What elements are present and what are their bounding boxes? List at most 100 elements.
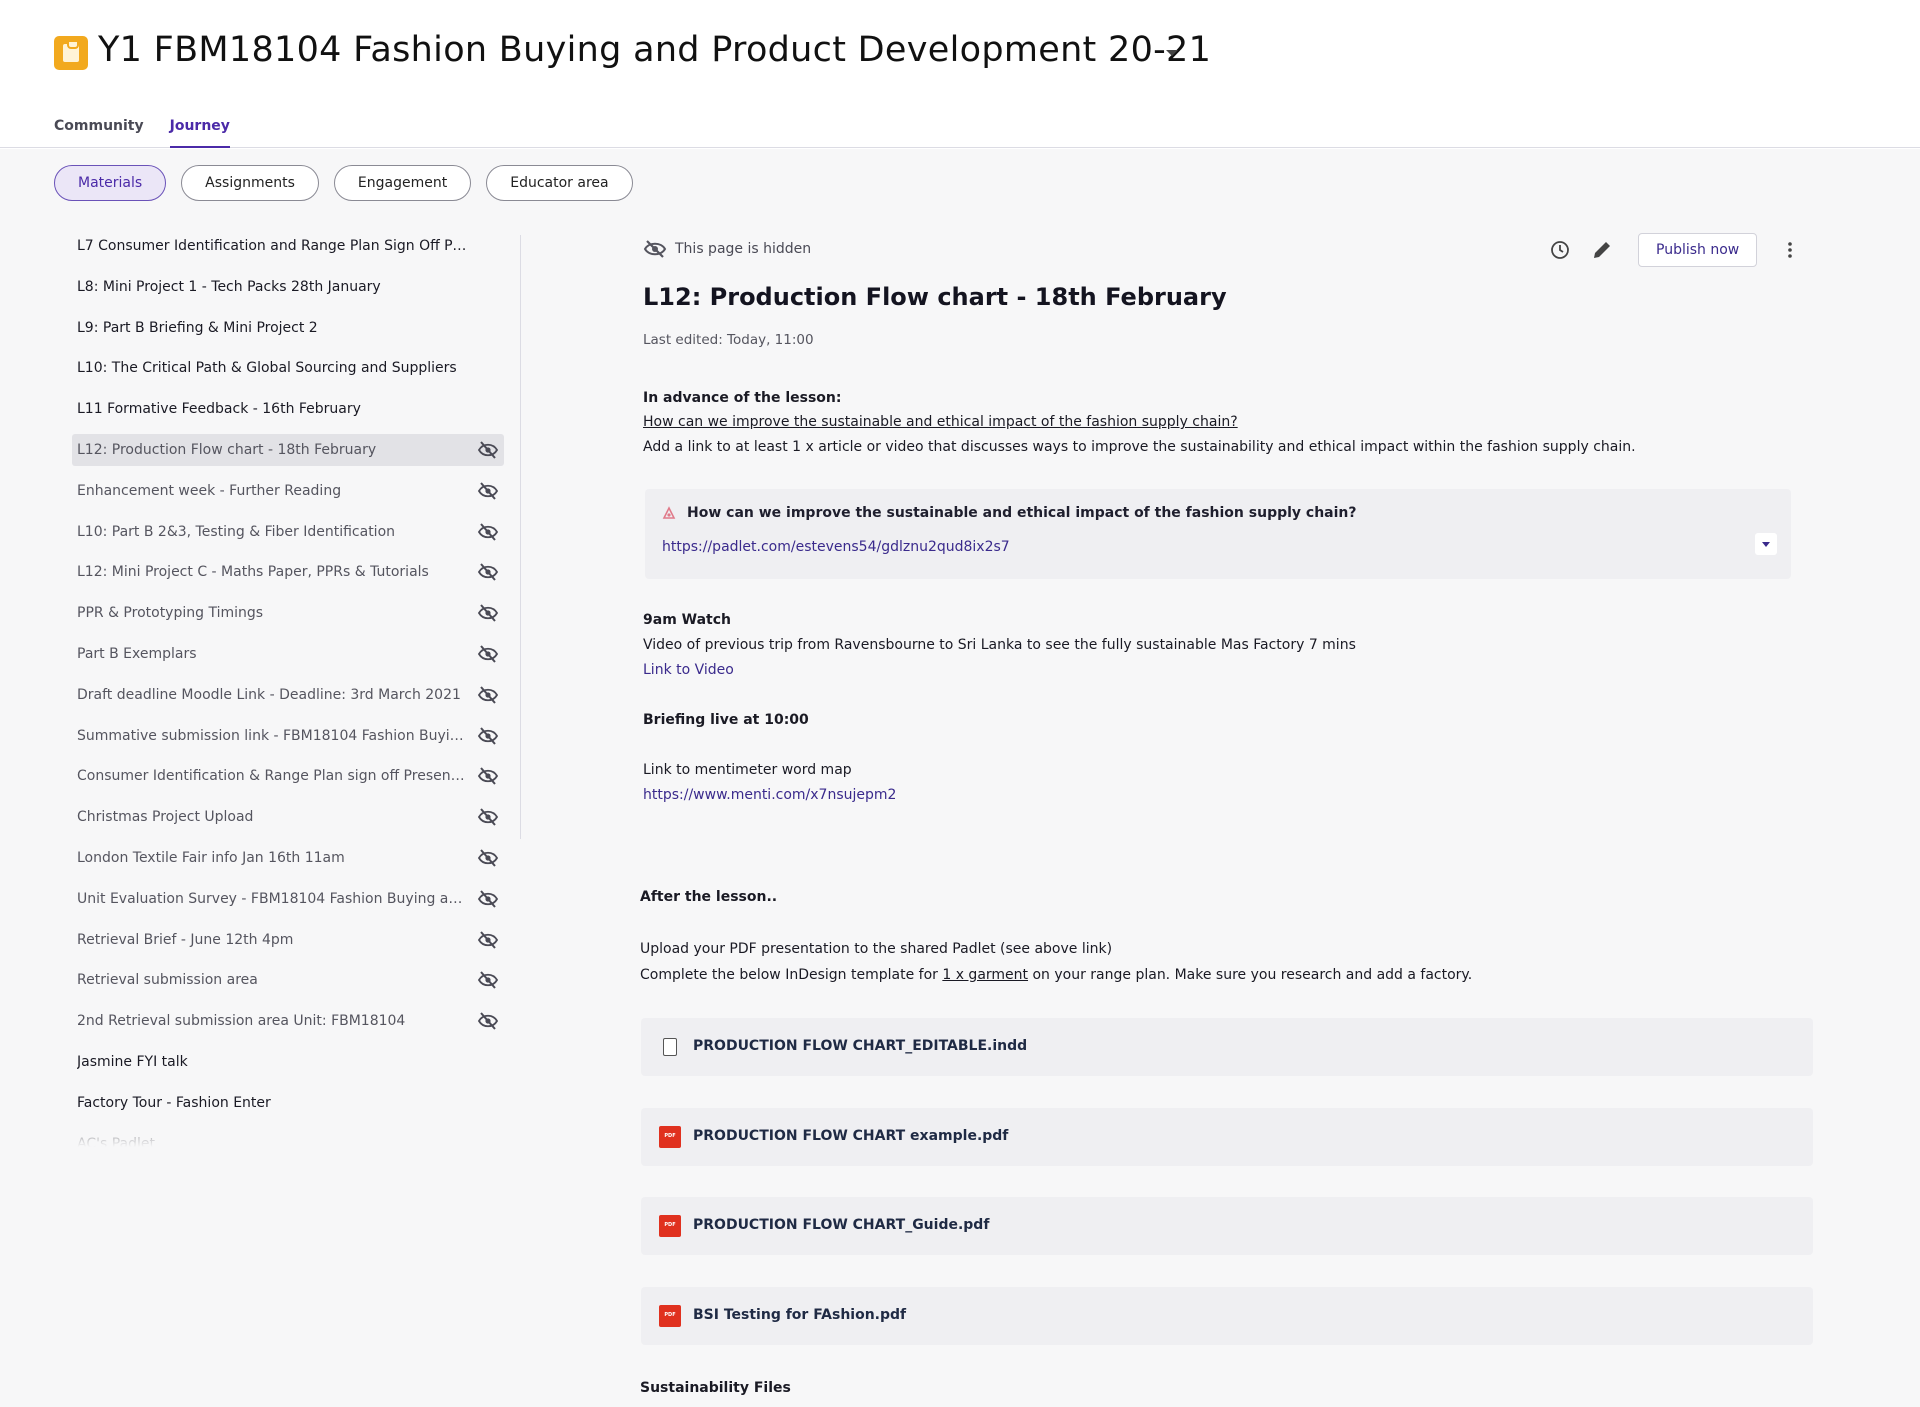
last-edited: Last edited: Today, 11:00	[643, 332, 814, 348]
sidebar-item[interactable]: London Textile Fair info Jan 16th 11am	[72, 842, 504, 874]
filter-assignments[interactable]: Assignments	[181, 165, 319, 201]
after-text-part-1: Complete the below InDesign template for	[640, 967, 943, 983]
more-options-icon[interactable]	[1781, 238, 1799, 262]
watch-heading: 9am Watch	[643, 612, 731, 628]
eye-off-icon	[478, 1012, 498, 1030]
course-title: Y1 FBM18104 Fashion Buying and Product D…	[98, 30, 1212, 70]
sidebar-item[interactable]: L12: Production Flow chart - 18th Februa…	[72, 434, 504, 466]
sidebar-item-label: Retrieval submission area	[77, 972, 258, 989]
sidebar-item-label: L8: Mini Project 1 - Tech Packs 28th Jan…	[77, 278, 381, 295]
eye-off-icon	[478, 686, 498, 704]
eye-off-icon	[478, 604, 498, 622]
hidden-page-text: This page is hidden	[675, 241, 812, 257]
sidebar-item-label: Enhancement week - Further Reading	[77, 482, 342, 499]
advance-question-link[interactable]: How can we improve the sustainable and e…	[643, 414, 1238, 430]
embed-title: How can we improve the sustainable and e…	[687, 505, 1357, 521]
section-filters: Materials Assignments Engagement Educato…	[54, 165, 633, 201]
watch-description: Video of previous trip from Ravensbourne…	[643, 637, 1356, 653]
page-title: L12: Production Flow chart - 18th Februa…	[643, 283, 1227, 311]
sidebar-item-label: Part B Exemplars	[77, 646, 197, 662]
video-link[interactable]: Link to Video	[643, 662, 734, 678]
sidebar-item[interactable]: L10: The Critical Path & Global Sourcing…	[72, 352, 504, 384]
sidebar-item[interactable]: L12: Mini Project C - Maths Paper, PPRs …	[72, 556, 504, 588]
advance-instructions: Add a link to at least 1 x article or vi…	[643, 439, 1636, 455]
sidebar-item[interactable]: Draft deadline Moodle Link - Deadline: 3…	[72, 679, 504, 711]
file-card-indd[interactable]: PRODUCTION FLOW CHART_EDITABLE.indd	[641, 1018, 1813, 1076]
sidebar-item[interactable]: L10: Part B 2&3, Testing & Fiber Identif…	[72, 516, 504, 548]
sidebar-item-label: PPR & Prototyping Timings	[77, 605, 264, 622]
advance-heading: In advance of the lesson:	[643, 390, 842, 406]
tab-journey[interactable]: Journey	[169, 118, 230, 148]
file-name: PRODUCTION FLOW CHART_EDITABLE.indd	[693, 1038, 1028, 1054]
embed-url-link[interactable]: https://padlet.com/estevens54/gdlznu2qud…	[662, 539, 1010, 555]
eye-off-icon	[478, 808, 498, 826]
sidebar-item[interactable]: Retrieval Brief - June 12th 4pm	[72, 924, 504, 956]
sidebar-item[interactable]: L11 Formative Feedback - 16th February	[72, 393, 504, 425]
sidebar-item[interactable]: Enhancement week - Further Reading	[72, 475, 504, 507]
tab-community[interactable]: Community	[54, 118, 144, 148]
eye-off-icon	[478, 767, 498, 786]
sidebar-item-label: Christmas Project Upload	[77, 809, 254, 826]
sidebar-item[interactable]: L9: Part B Briefing & Mini Project 2	[72, 312, 504, 344]
sidebar-item-label: L10: Part B 2&3, Testing & Fiber Identif…	[77, 523, 396, 540]
file-card-example-pdf[interactable]: PDF PRODUCTION FLOW CHART example.pdf	[641, 1108, 1813, 1166]
embed-expand-chevron-icon[interactable]	[1755, 533, 1777, 555]
eye-off-icon	[478, 645, 498, 663]
sidebar-item[interactable]: Retrieval submission area	[72, 964, 504, 996]
padlet-embed-card[interactable]: How can we improve the sustainable and e…	[645, 489, 1791, 579]
sidebar-item[interactable]: Part B Exemplars	[72, 638, 504, 670]
sidebar-item[interactable]: Summative submission link - FBM18104 Fas…	[72, 720, 504, 752]
mentimeter-link[interactable]: https://www.menti.com/x7nsujepm2	[643, 787, 896, 803]
sidebar-item[interactable]: L7 Consumer Identification and Range Pla…	[72, 230, 504, 262]
sidebar-item-label: L7 Consumer Identification and Range Pla…	[77, 238, 467, 254]
sidebar-item[interactable]: Christmas Project Upload	[72, 801, 504, 833]
publish-now-button[interactable]: Publish now	[1638, 233, 1758, 267]
sidebar-item-label: 2nd Retrieval submission area Unit: FBM1…	[77, 1013, 406, 1030]
sidebar-item[interactable]: Unit Evaluation Survey - FBM18104 Fashio…	[72, 883, 504, 915]
sidebar-item-label: Retrieval Brief - June 12th 4pm	[77, 931, 294, 948]
file-name: PRODUCTION FLOW CHART example.pdf	[693, 1128, 1009, 1144]
pdf-icon: PDF	[659, 1215, 681, 1237]
sidebar-divider	[520, 235, 521, 839]
eye-off-icon	[478, 441, 498, 459]
filter-engagement[interactable]: Engagement	[333, 165, 472, 201]
filter-educator-area[interactable]: Educator area	[486, 165, 633, 201]
pdf-badge: PDF	[664, 1133, 676, 1139]
sidebar-item-label: London Textile Fair info Jan 16th 11am	[77, 850, 345, 866]
sidebar-item[interactable]: PPR & Prototyping Timings	[72, 597, 504, 629]
after-lesson-heading: After the lesson..	[640, 889, 778, 905]
file-card-guide-pdf[interactable]: PDF PRODUCTION FLOW CHART_Guide.pdf	[641, 1197, 1813, 1255]
edit-pencil-icon[interactable]	[1590, 238, 1614, 262]
eye-off-icon	[478, 971, 498, 990]
sidebar-item[interactable]: Consumer Identification & Range Plan sig…	[72, 760, 504, 792]
sidebar-item-label: L12: Mini Project C - Maths Paper, PPRs …	[77, 564, 429, 581]
main-tabs: Community Journey	[54, 118, 230, 148]
eye-off-icon	[643, 240, 667, 258]
briefing-heading: Briefing live at 10:00	[643, 712, 809, 728]
eye-off-icon	[478, 522, 498, 541]
eye-off-icon	[478, 563, 498, 582]
sidebar-item[interactable]: L8: Mini Project 1 - Tech Packs 28th Jan…	[72, 271, 504, 303]
sidebar-item-label: L10: The Critical Path & Global Sourcing…	[77, 360, 457, 377]
sidebar-item[interactable]: 2nd Retrieval submission area Unit: FBM1…	[72, 1005, 504, 1037]
file-name: BSI Testing for FAshion.pdf	[693, 1307, 907, 1323]
eye-off-icon	[478, 849, 498, 867]
pdf-icon: PDF	[659, 1126, 681, 1148]
sidebar-item-label: Unit Evaluation Survey - FBM18104 Fashio…	[77, 890, 467, 907]
sidebar-item-label: L11 Formative Feedback - 16th February	[77, 401, 361, 418]
sidebar-item-label: L12: Production Flow chart - 18th Februa…	[77, 442, 377, 458]
pdf-badge: PDF	[664, 1312, 676, 1318]
filter-materials[interactable]: Materials	[54, 165, 167, 201]
sidebar-item[interactable]: Jasmine FYI talk	[72, 1046, 504, 1078]
file-card-bsi-pdf[interactable]: PDF BSI Testing for FAshion.pdf	[641, 1287, 1813, 1345]
pdf-icon: PDF	[659, 1305, 681, 1327]
mentimeter-label: Link to mentimeter word map	[643, 762, 852, 778]
history-clock-icon[interactable]	[1548, 238, 1572, 262]
document-icon	[663, 1038, 677, 1056]
garment-link[interactable]: 1 x garment	[942, 967, 1028, 983]
sidebar-item-label: Draft deadline Moodle Link - Deadline: 3…	[77, 686, 461, 703]
eye-off-icon	[478, 482, 498, 500]
page-header: Y1 FBM18104 Fashion Buying and Product D…	[0, 0, 1920, 148]
sidebar-page-list[interactable]: L7 Consumer Identification and Range Pla…	[0, 227, 520, 1147]
course-dropdown-caret-icon[interactable]	[1166, 50, 1178, 56]
